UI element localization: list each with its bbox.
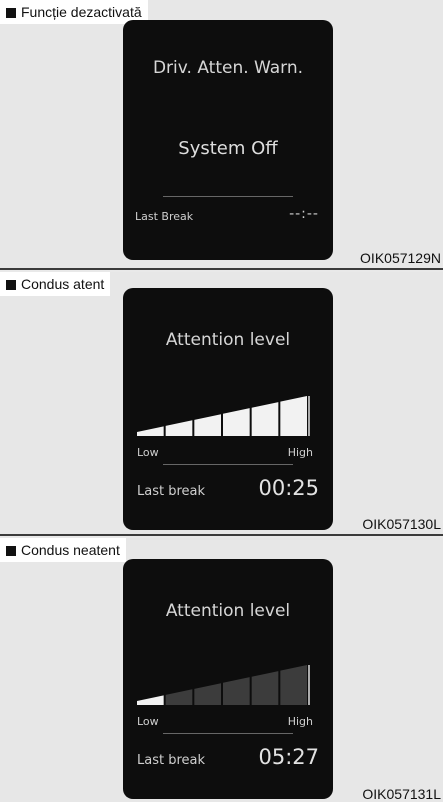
level-segment [280, 665, 307, 705]
last-break-label: Last break [137, 484, 206, 499]
figure-code: OIK057130L [362, 516, 441, 532]
last-break-label: Last break [137, 753, 206, 768]
divider [163, 733, 293, 734]
section-title: Condus neatent [0, 538, 126, 562]
bullet-square-icon [6, 280, 16, 290]
level-segment [194, 414, 221, 436]
last-break-label: Last Break [135, 210, 194, 223]
high-label: High [287, 446, 313, 459]
last-break-value: --:-- [289, 206, 319, 222]
high-label: High [287, 715, 313, 728]
section-title: Condus atent [0, 272, 111, 296]
low-label: Low [137, 446, 159, 459]
level-segment [251, 402, 279, 436]
level-segment [251, 671, 279, 705]
last-break-value: 00:25 [258, 476, 319, 500]
figure-code: OIK057129N [360, 250, 441, 266]
divider [163, 196, 293, 197]
bullet-square-icon [6, 546, 16, 556]
cluster-screen: Attention level Low High Last break 05:2… [123, 559, 333, 799]
cluster-screen: Driv. Atten. Warn. System Off Last Break… [123, 20, 333, 260]
panel-inattentive-driving: Condus neatent Attention level Low High … [0, 538, 443, 802]
last-break-value: 05:27 [258, 745, 319, 769]
attention-level-bar [137, 665, 310, 705]
divider [163, 464, 293, 465]
panel-function-disabled: Funcție dezactivată Driv. Atten. Warn. S… [0, 0, 443, 270]
figure-code: OIK057131L [362, 786, 441, 802]
panel-attentive-driving: Condus atent Attention level Low High La… [0, 272, 443, 536]
screen-title: Driv. Atten. Warn. [152, 58, 304, 78]
level-segment [194, 683, 221, 705]
cluster-screen: Attention level Low High Last break 00:2… [123, 288, 333, 530]
section-title: Funcție dezactivată [0, 0, 148, 24]
level-segment [223, 677, 250, 705]
level-segment [137, 695, 164, 705]
level-segment [165, 689, 193, 705]
attention-level-bar [137, 396, 310, 436]
system-status: System Off [178, 138, 278, 159]
screen-title: Attention level [165, 330, 291, 350]
screen-title: Attention level [165, 601, 291, 621]
level-segment [280, 396, 307, 436]
level-segment [223, 408, 250, 436]
level-segment [165, 420, 193, 436]
level-segment [137, 426, 164, 436]
bullet-square-icon [6, 8, 16, 18]
low-label: Low [137, 715, 159, 728]
